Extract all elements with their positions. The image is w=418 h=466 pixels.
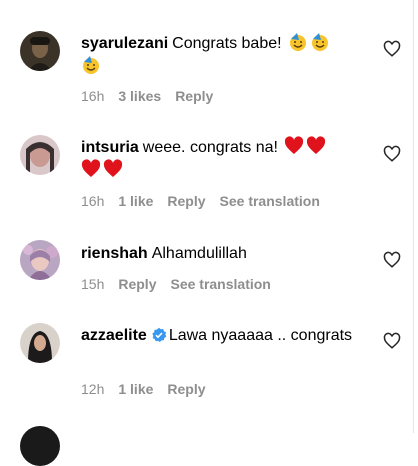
reply-button[interactable]: Reply [118,276,156,292]
see-translation-button[interactable]: See translation [220,193,320,209]
comment-time: 16h [81,88,105,104]
party-face-icon [310,32,330,52]
comment-text: weee. congrats na! [142,139,278,156]
comment-text: Lawa nyaaaaa .. congrats [168,327,353,344]
red-heart-icon [103,159,123,179]
party-face-icon [288,32,308,52]
avatar[interactable] [20,31,60,71]
comment-likes[interactable]: 1 like [118,193,153,209]
reply-button[interactable]: Reply [167,381,205,397]
comment-username[interactable]: azzaelite [81,327,147,344]
reply-button[interactable]: Reply [167,193,205,209]
heart-icon[interactable] [383,332,401,350]
reply-button[interactable]: Reply [175,88,213,104]
comment-time: 16h [81,193,105,209]
avatar[interactable] [20,240,60,280]
party-face-icon [81,55,101,75]
comment-time: 12h [81,381,105,397]
comment-meta: 15h Reply See translation [81,275,285,293]
comment-text: Congrats babe! [172,35,282,52]
comment-text: Alhamdulillah [151,245,247,262]
comment-time: 15h [81,276,105,292]
comment-username[interactable]: rienshah [81,245,148,262]
heart-icon[interactable] [383,40,401,58]
red-heart-icon [306,136,326,156]
comment-meta: 16h 3 likes Reply [81,87,227,105]
avatar[interactable] [20,323,60,363]
verified-badge-icon [151,327,167,343]
avatar[interactable] [20,135,60,175]
avatar[interactable] [20,426,60,466]
see-translation-button[interactable]: See translation [170,276,270,292]
heart-icon[interactable] [383,251,401,269]
comment-meta: 16h 1 like Reply See translation [81,192,334,210]
panel-divider [413,0,414,433]
comment-username[interactable]: intsuria [81,139,139,156]
red-heart-icon [284,136,304,156]
comment-username[interactable]: syarulezani [81,35,168,52]
comment-meta: 12h 1 like Reply [81,380,220,398]
red-heart-icon [81,159,101,179]
heart-icon[interactable] [383,145,401,163]
comment-likes[interactable]: 3 likes [118,88,161,104]
comment-likes[interactable]: 1 like [118,381,153,397]
